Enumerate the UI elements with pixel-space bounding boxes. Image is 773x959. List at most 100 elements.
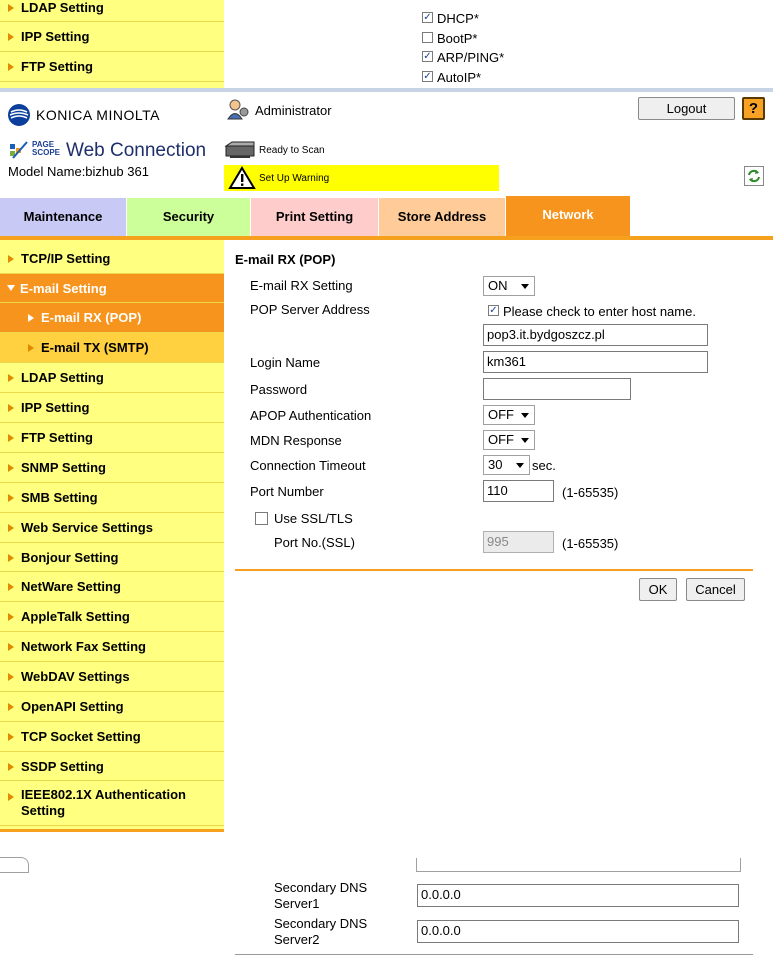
top-sidebar-item-ldap[interactable]: LDAP Setting	[0, 0, 224, 22]
sidebar-item-label: TCP Socket Setting	[21, 729, 141, 744]
arp-ping-label: ARP/PING*	[437, 50, 505, 65]
sidebar-item-bonjour[interactable]: Bonjour Setting	[0, 543, 224, 572]
sidebar-item-label: Network Fax Setting	[21, 639, 146, 654]
secondary-dns1-input[interactable]: 0.0.0.0	[417, 884, 739, 907]
sidebar-item-smb[interactable]: SMB Setting	[0, 483, 224, 513]
password-label: Password	[250, 382, 308, 397]
sidebar-item-web-service[interactable]: Web Service Settings	[0, 513, 224, 543]
mdn-label: MDN Response	[250, 433, 342, 448]
sidebar-item-appletalk[interactable]: AppleTalk Setting	[0, 602, 224, 632]
sidebar-item-label: IPP Setting	[21, 400, 90, 415]
chevron-down-icon	[521, 438, 529, 443]
arrow-right-icon	[28, 314, 34, 322]
frame-divider	[0, 88, 773, 92]
arrow-right-icon	[8, 434, 14, 442]
timeout-select[interactable]: 30	[483, 455, 530, 475]
sidebar-item-network-fax[interactable]: Network Fax Setting	[0, 632, 224, 662]
sidebar-item-netware[interactable]: NetWare Setting	[0, 572, 224, 602]
top-sidebar-fragment: LDAP Setting IPP Setting FTP Setting	[0, 0, 224, 88]
arrow-right-icon	[8, 524, 14, 532]
chevron-down-icon	[521, 284, 529, 289]
sidebar-item-label: LDAP Setting	[21, 370, 104, 385]
sidebar-item-label: OpenAPI Setting	[21, 699, 124, 714]
pagescope-text: PAGE SCOPE	[32, 140, 61, 157]
chevron-down-icon	[521, 413, 529, 418]
tab-print-setting[interactable]: Print Setting	[251, 198, 379, 236]
help-icon[interactable]: ?	[742, 97, 765, 120]
arrow-right-icon	[8, 703, 14, 711]
sidebar-item-label: AppleTalk Setting	[21, 609, 130, 624]
host-name-check-label: Please check to enter host name.	[503, 304, 696, 319]
host-name-checkbox[interactable]: ✓	[488, 305, 499, 316]
sidebar-item-ssdp[interactable]: SSDP Setting	[0, 752, 224, 781]
ssl-tls-checkbox[interactable]	[255, 512, 268, 525]
login-name-input[interactable]: km361	[483, 351, 708, 373]
autoip-label: AutoIP*	[437, 70, 482, 85]
top-sidebar-item-ipp[interactable]: IPP Setting	[0, 22, 224, 52]
scanner-icon	[224, 141, 255, 158]
tab-security[interactable]: Security	[127, 198, 251, 236]
top-sidebar-item-ftp[interactable]: FTP Setting	[0, 52, 224, 82]
cancel-button[interactable]: Cancel	[686, 578, 745, 601]
clipped-input-fragment	[416, 858, 741, 872]
ssl-tls-label: Use SSL/TLS	[274, 511, 353, 526]
sidebar-item-tcp-socket[interactable]: TCP Socket Setting	[0, 722, 224, 752]
sidebar-item-ldap[interactable]: LDAP Setting	[0, 363, 224, 393]
sidebar-bottom-line	[0, 829, 224, 832]
rx-setting-label: E-mail RX Setting	[250, 278, 353, 293]
arrow-right-icon	[8, 255, 14, 263]
logout-button[interactable]: Logout	[638, 97, 735, 120]
sidebar-item-label: SMB Setting	[21, 490, 98, 505]
dhcp-checkbox[interactable]: ✓	[422, 12, 433, 23]
password-input[interactable]	[483, 378, 631, 400]
sidebar-item-label: SNMP Setting	[21, 460, 106, 475]
scroll-tab-fragment	[0, 857, 29, 873]
sidebar-item-ftp[interactable]: FTP Setting	[0, 423, 224, 453]
arrow-right-icon	[8, 673, 14, 681]
dns2-label-line2: Server2	[274, 932, 320, 947]
arrow-right-icon	[28, 344, 34, 352]
product-name: Web Connection	[66, 140, 207, 161]
sidebar-item-email-tx-smtp[interactable]: E-mail TX (SMTP)	[0, 333, 224, 363]
bootp-checkbox[interactable]	[422, 32, 433, 43]
tab-network[interactable]: Network	[506, 196, 631, 236]
form-title: E-mail RX (POP)	[235, 252, 336, 267]
pop-server-input[interactable]: pop3.it.bydgoszcz.pl	[483, 324, 708, 346]
arrow-right-icon	[8, 494, 14, 502]
status-warning: Set Up Warning	[259, 173, 330, 184]
sidebar-item-webdav[interactable]: WebDAV Settings	[0, 662, 224, 692]
sidebar-item-openapi[interactable]: OpenAPI Setting	[0, 692, 224, 722]
arrow-right-icon	[8, 793, 14, 801]
timeout-label: Connection Timeout	[250, 458, 366, 473]
arp-ping-checkbox[interactable]: ✓	[422, 51, 433, 62]
tab-store-address[interactable]: Store Address	[379, 198, 506, 236]
port-number-input[interactable]: 110	[483, 480, 554, 502]
autoip-checkbox[interactable]: ✓	[422, 71, 433, 82]
sidebar-item-email[interactable]: E-mail Setting	[0, 274, 224, 303]
ssl-port-label: Port No.(SSL)	[274, 535, 355, 550]
administrator-icon	[227, 99, 249, 120]
pop-server-label: POP Server Address	[250, 302, 370, 317]
refresh-icon[interactable]	[744, 166, 764, 186]
mdn-select[interactable]: OFF	[483, 430, 535, 450]
bootp-label: BootP*	[437, 31, 478, 46]
secondary-dns2-input[interactable]: 0.0.0.0	[417, 920, 739, 943]
sidebar-item-email-rx-pop[interactable]: E-mail RX (POP)	[0, 303, 224, 333]
sidebar-item-snmp[interactable]: SNMP Setting	[0, 453, 224, 483]
warning-bar[interactable]: Set Up Warning	[224, 165, 499, 191]
tab-maintenance[interactable]: Maintenance	[0, 198, 127, 236]
arrow-right-icon	[8, 583, 14, 591]
arrow-right-icon	[8, 613, 14, 621]
arrow-right-icon	[8, 554, 14, 562]
ssl-port-input[interactable]: 995	[483, 531, 554, 553]
ok-button[interactable]: OK	[639, 578, 677, 601]
login-name-label: Login Name	[250, 355, 321, 370]
sidebar-item-label: TCP/IP Setting	[21, 251, 111, 266]
sidebar-item-tcp-ip[interactable]: TCP/IP Setting	[0, 244, 224, 274]
rx-setting-select[interactable]: ON	[483, 276, 535, 296]
timeout-unit: sec.	[532, 458, 556, 473]
sidebar-item-label: Web Service Settings	[21, 520, 153, 535]
sidebar-item-ipp[interactable]: IPP Setting	[0, 393, 224, 423]
apop-select[interactable]: OFF	[483, 405, 535, 425]
sidebar-item-ieee8021x[interactable]: IEEE802.1X Authentication Setting	[0, 781, 224, 826]
